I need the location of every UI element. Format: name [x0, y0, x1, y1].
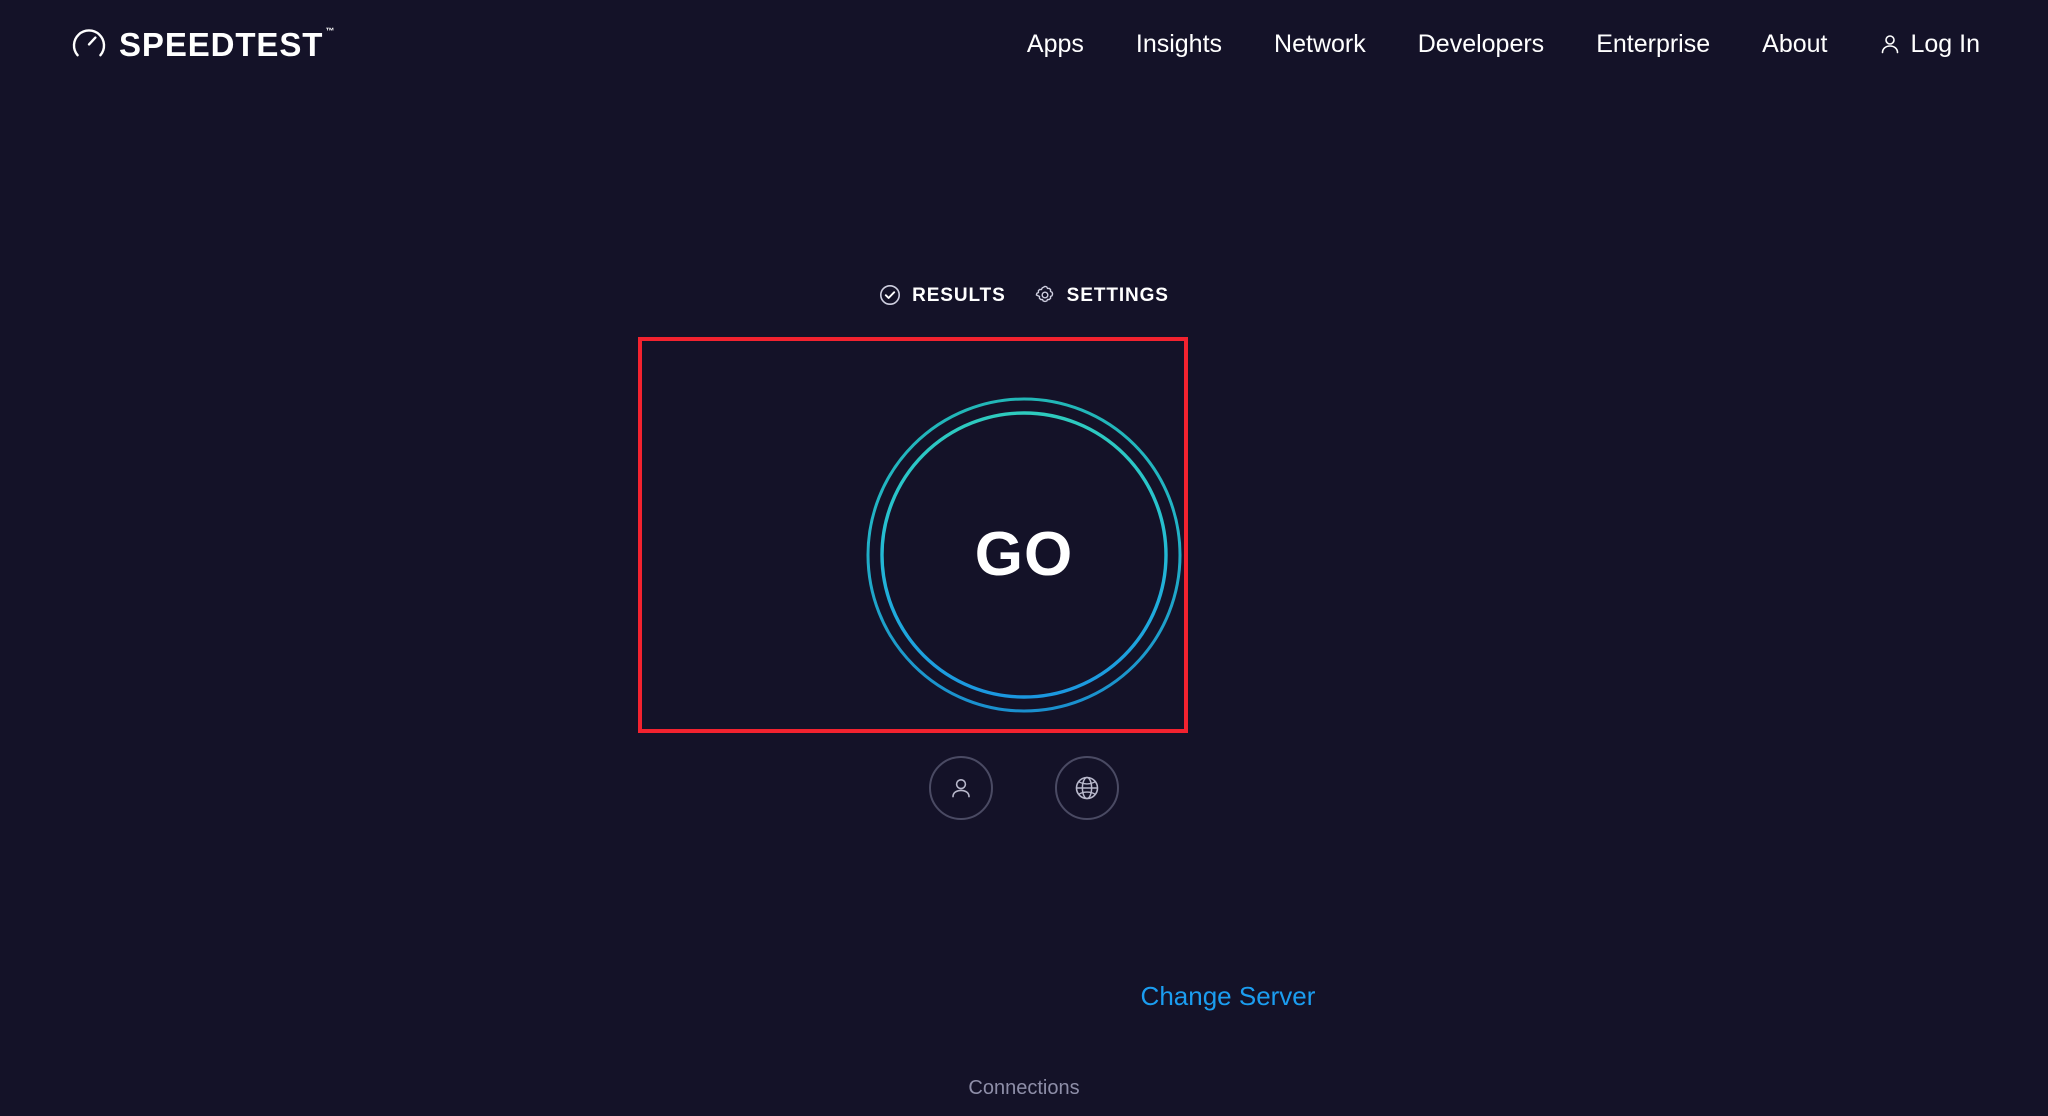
- speedtest-logo[interactable]: SPEEDTEST ™: [72, 25, 335, 63]
- go-button-label: GO: [974, 520, 1074, 589]
- login-label: Log In: [1910, 29, 1980, 58]
- go-button[interactable]: GO: [864, 395, 1184, 715]
- tab-settings-label: SETTINGS: [1066, 284, 1169, 306]
- speedometer-icon: [72, 27, 106, 61]
- nav-item-network[interactable]: Network: [1248, 24, 1392, 65]
- main-content: RESULTS SETTINGS GO Change Server Connec…: [0, 88, 2048, 1116]
- brand-wordmark: SPEEDTEST ™: [119, 25, 335, 63]
- server-button[interactable]: [1055, 756, 1119, 820]
- connections-section: Connections Multi Single: [0, 1078, 2048, 1116]
- trademark-symbol: ™: [325, 25, 335, 36]
- tab-results[interactable]: RESULTS: [879, 284, 1006, 306]
- tab-results-label: RESULTS: [912, 284, 1006, 306]
- gear-icon: [1034, 284, 1056, 306]
- nav-item-apps[interactable]: Apps: [1001, 24, 1110, 65]
- nav-item-insights[interactable]: Insights: [1110, 24, 1248, 65]
- site-header: SPEEDTEST ™ Apps Insights Network Develop…: [0, 0, 2048, 88]
- check-circle-icon: [879, 284, 901, 306]
- tab-settings[interactable]: SETTINGS: [1034, 284, 1169, 306]
- connections-title: Connections: [968, 1077, 1080, 1099]
- nav-item-about[interactable]: About: [1736, 24, 1853, 65]
- nav-item-enterprise[interactable]: Enterprise: [1570, 24, 1736, 65]
- isp-button[interactable]: [929, 756, 993, 820]
- connection-info-row: [0, 756, 2048, 820]
- change-server-link[interactable]: Change Server: [1141, 983, 1316, 1009]
- change-server-row: Change Server: [0, 983, 2048, 1009]
- person-icon: [1879, 33, 1901, 55]
- globe-icon: [1072, 773, 1102, 803]
- login-button[interactable]: Log In: [1853, 22, 1980, 67]
- main-navigation: Apps Insights Network Developers Enterpr…: [1001, 22, 1980, 67]
- person-icon: [947, 774, 975, 802]
- go-button-container: GO: [0, 395, 2048, 715]
- results-settings-tabs: RESULTS SETTINGS: [0, 284, 2048, 306]
- nav-item-developers[interactable]: Developers: [1392, 24, 1570, 65]
